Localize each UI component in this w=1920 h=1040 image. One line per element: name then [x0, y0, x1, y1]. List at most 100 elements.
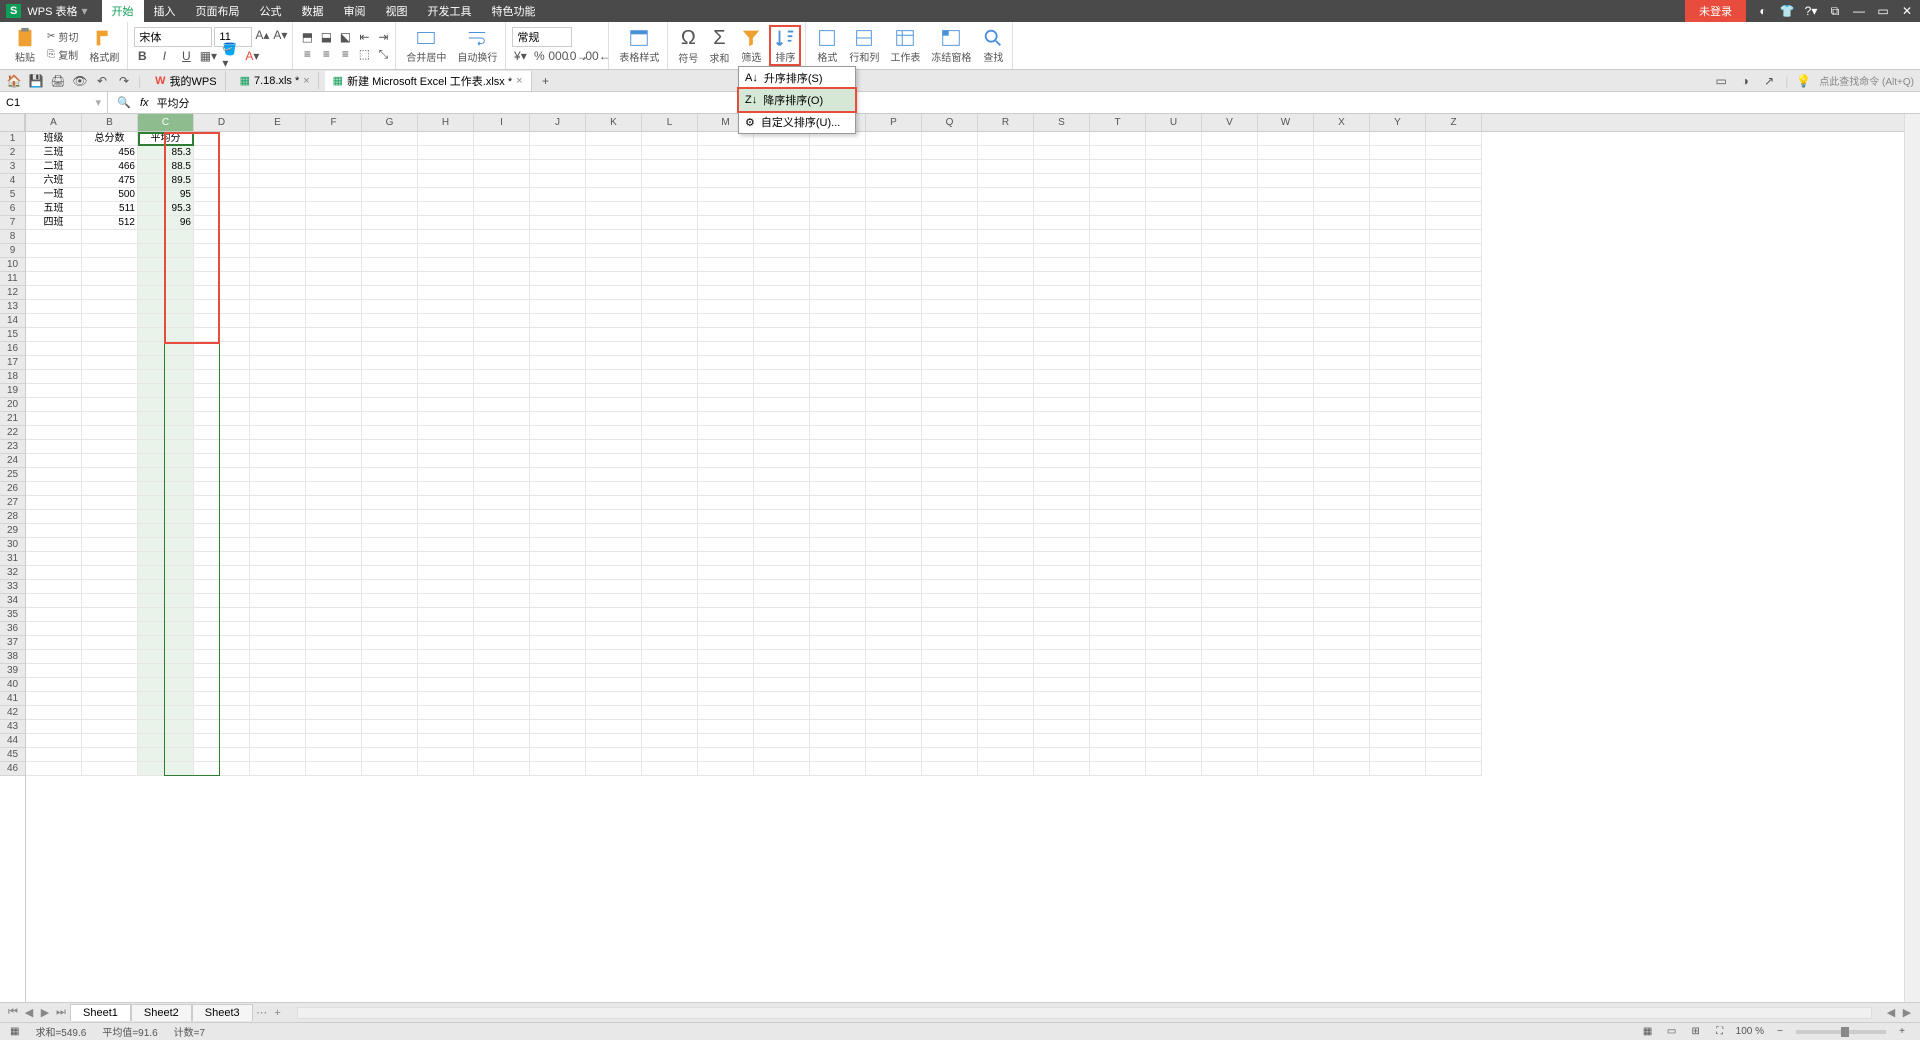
cell[interactable]: [978, 496, 1034, 510]
cell[interactable]: [194, 384, 250, 398]
cell[interactable]: [1146, 300, 1202, 314]
cell[interactable]: [82, 720, 138, 734]
cell[interactable]: [642, 342, 698, 356]
cell[interactable]: [754, 370, 810, 384]
cell[interactable]: [642, 314, 698, 328]
cell[interactable]: [1090, 202, 1146, 216]
cell[interactable]: [1370, 412, 1426, 426]
cell[interactable]: [26, 412, 82, 426]
cell[interactable]: [1146, 454, 1202, 468]
cell[interactable]: [1258, 202, 1314, 216]
cell[interactable]: [1146, 622, 1202, 636]
cell[interactable]: [922, 188, 978, 202]
cell[interactable]: [530, 314, 586, 328]
cell[interactable]: [1090, 468, 1146, 482]
cell[interactable]: [306, 636, 362, 650]
cell[interactable]: [1034, 692, 1090, 706]
cell[interactable]: [866, 454, 922, 468]
cell[interactable]: [754, 132, 810, 146]
cell[interactable]: [194, 552, 250, 566]
cell[interactable]: [82, 230, 138, 244]
cell[interactable]: [530, 636, 586, 650]
cell[interactable]: [586, 748, 642, 762]
cell[interactable]: [530, 230, 586, 244]
row-header[interactable]: 12: [0, 286, 25, 300]
cell[interactable]: [1258, 272, 1314, 286]
row-header[interactable]: 33: [0, 580, 25, 594]
cell[interactable]: [362, 328, 418, 342]
cell[interactable]: [418, 272, 474, 286]
cell[interactable]: [1258, 748, 1314, 762]
cell[interactable]: [922, 216, 978, 230]
cell[interactable]: [530, 300, 586, 314]
cell[interactable]: [1146, 762, 1202, 776]
cell[interactable]: [362, 314, 418, 328]
cell[interactable]: [474, 300, 530, 314]
cell[interactable]: [1034, 440, 1090, 454]
cell[interactable]: [1034, 202, 1090, 216]
cell[interactable]: [754, 258, 810, 272]
cell[interactable]: [474, 314, 530, 328]
cell[interactable]: [922, 636, 978, 650]
cell[interactable]: [418, 454, 474, 468]
cell[interactable]: [1034, 398, 1090, 412]
cell[interactable]: [530, 426, 586, 440]
cell[interactable]: [1090, 440, 1146, 454]
cell[interactable]: [1426, 580, 1482, 594]
cell[interactable]: [1146, 496, 1202, 510]
cell[interactable]: [1034, 496, 1090, 510]
cell[interactable]: [306, 650, 362, 664]
cell[interactable]: [866, 566, 922, 580]
cell[interactable]: [138, 286, 194, 300]
cell[interactable]: [250, 664, 306, 678]
cell[interactable]: [362, 622, 418, 636]
cell[interactable]: [642, 398, 698, 412]
cell[interactable]: [1090, 678, 1146, 692]
cell[interactable]: [642, 650, 698, 664]
cell[interactable]: [754, 230, 810, 244]
cell[interactable]: [418, 524, 474, 538]
cell[interactable]: [1370, 468, 1426, 482]
cell[interactable]: [866, 258, 922, 272]
cell[interactable]: [1314, 524, 1370, 538]
cell[interactable]: [698, 314, 754, 328]
cell[interactable]: [1370, 202, 1426, 216]
cell[interactable]: [1426, 566, 1482, 580]
cell[interactable]: [306, 174, 362, 188]
cell[interactable]: [306, 286, 362, 300]
cell[interactable]: [586, 370, 642, 384]
cell[interactable]: [978, 216, 1034, 230]
cell[interactable]: [474, 146, 530, 160]
column-header[interactable]: S: [1034, 114, 1090, 131]
cell[interactable]: 班级: [26, 132, 82, 146]
cell[interactable]: [362, 566, 418, 580]
cell[interactable]: [306, 678, 362, 692]
cell[interactable]: [1370, 678, 1426, 692]
align-top-icon[interactable]: ⬒: [299, 29, 315, 45]
cell[interactable]: [1258, 496, 1314, 510]
cell[interactable]: [474, 426, 530, 440]
cell[interactable]: [1314, 762, 1370, 776]
cell[interactable]: [418, 160, 474, 174]
cell[interactable]: [1090, 580, 1146, 594]
cell[interactable]: [250, 300, 306, 314]
cell[interactable]: [474, 580, 530, 594]
cell[interactable]: [1314, 356, 1370, 370]
cell[interactable]: [866, 734, 922, 748]
cell[interactable]: [754, 552, 810, 566]
cell[interactable]: [810, 258, 866, 272]
cell[interactable]: [194, 748, 250, 762]
cell[interactable]: [1146, 552, 1202, 566]
cell[interactable]: [82, 426, 138, 440]
cell[interactable]: [1314, 328, 1370, 342]
cell[interactable]: [698, 734, 754, 748]
cell[interactable]: [754, 426, 810, 440]
cell[interactable]: 四班: [26, 216, 82, 230]
cell[interactable]: [1034, 706, 1090, 720]
cell[interactable]: [1090, 342, 1146, 356]
column-header[interactable]: H: [418, 114, 474, 131]
cell[interactable]: [1258, 580, 1314, 594]
cell[interactable]: [250, 188, 306, 202]
cell[interactable]: [642, 664, 698, 678]
cell[interactable]: [306, 580, 362, 594]
